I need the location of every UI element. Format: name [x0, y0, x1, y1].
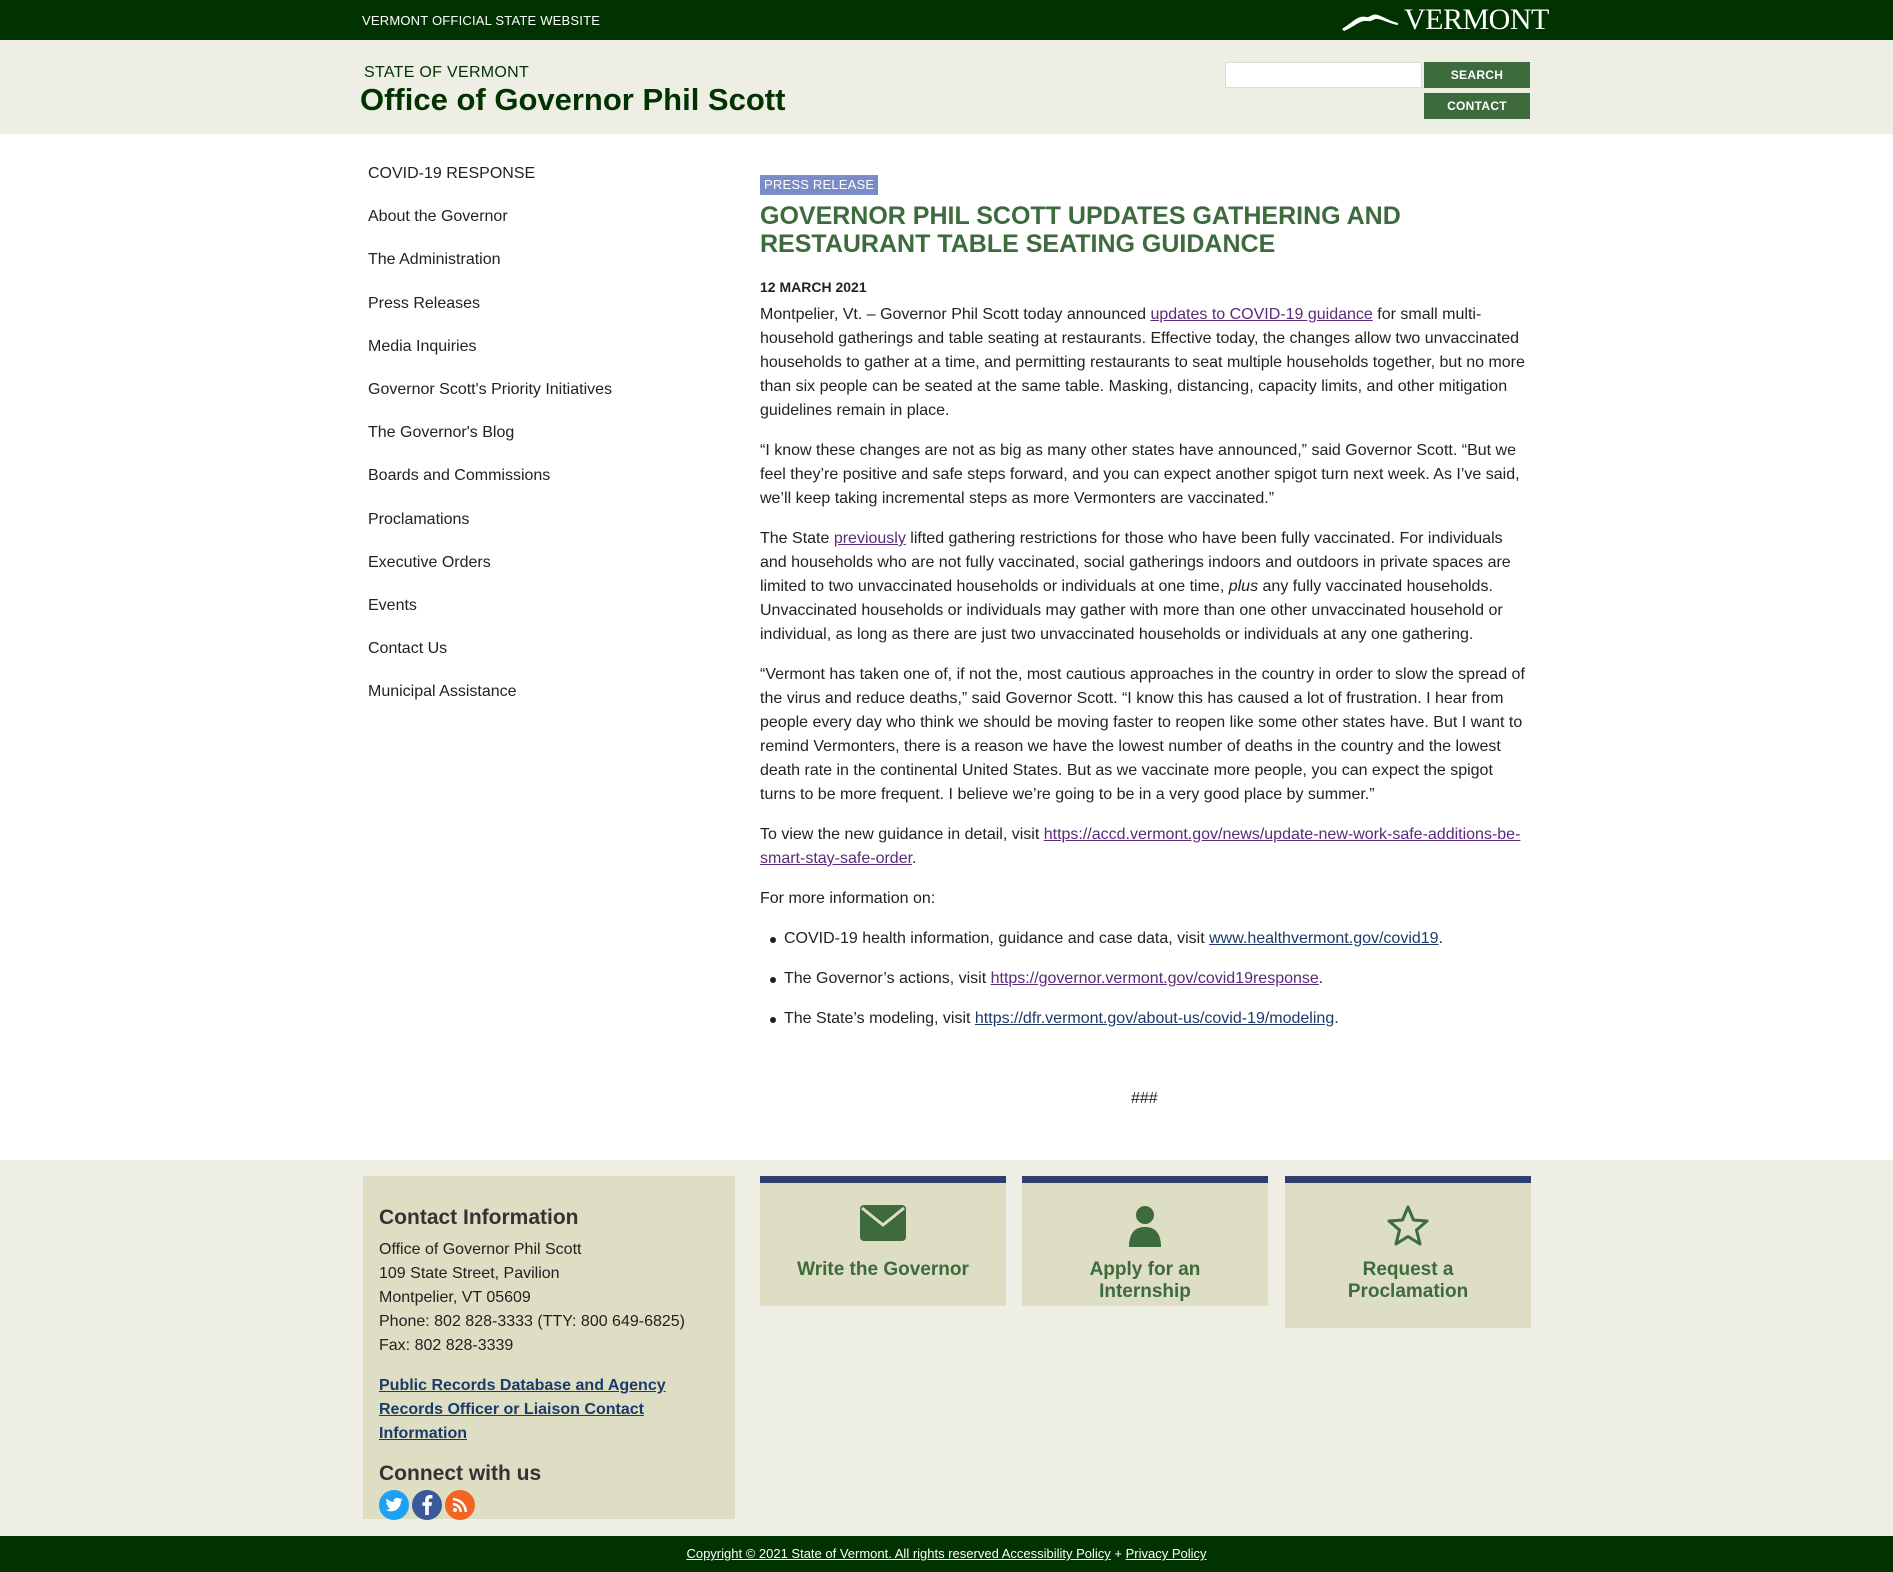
write-governor-card[interactable]: Write the Governor	[760, 1176, 1006, 1306]
bottom-bar: Copyright © 2021 State of Vermont. All r…	[0, 1536, 1893, 1572]
copyright-line: Copyright © 2021 State of Vermont. All r…	[0, 1536, 1893, 1572]
paragraph-1: Montpelier, Vt. – Governor Phil Scott to…	[760, 306, 1525, 419]
accessibility-policy-link[interactable]: Accessibility Policy	[1002, 1546, 1111, 1561]
paragraph-2: “I know these changes are not as big as …	[760, 442, 1520, 507]
connect-title: Connect with us	[379, 1462, 542, 1485]
sidebar-item-priority-initiatives[interactable]: Governor Scott's Priority Initiatives	[368, 380, 698, 423]
sidebar-item-boards-commissions[interactable]: Boards and Commissions	[368, 466, 698, 509]
sidebar-item-press-releases[interactable]: Press Releases	[368, 294, 698, 337]
rss-icon[interactable]	[445, 1490, 475, 1520]
governor-covid-response-link[interactable]: https://governor.vermont.gov/covid19resp…	[991, 970, 1319, 987]
list-item: The State’s modeling, visit https://dfr.…	[760, 1007, 1532, 1031]
request-proclamation-card[interactable]: Request a Proclamation	[1285, 1176, 1531, 1328]
more-info-list: COVID-19 health information, guidance an…	[760, 927, 1532, 1031]
paragraph-3: The State previously lifted gathering re…	[760, 530, 1511, 643]
request-proclamation-label: Request a Proclamation	[1347, 1259, 1469, 1302]
copyright-text: Copyright © 2021 State of Vermont. All r…	[686, 1546, 1002, 1561]
contact-line: Phone: 802 828-3333 (TTY: 800 649-6825)	[379, 1313, 685, 1330]
healthvermont-link[interactable]: www.healthvermont.gov/covid19	[1209, 930, 1438, 947]
contact-line: Office of Governor Phil Scott	[379, 1241, 582, 1258]
search-input[interactable]	[1225, 62, 1422, 88]
write-governor-label: Write the Governor	[797, 1259, 969, 1280]
mountain-logo-icon	[1342, 14, 1398, 31]
contact-information-box: Contact Information Office of Governor P…	[363, 1176, 735, 1520]
paragraph-4: “Vermont has taken one of, if not the, m…	[760, 666, 1525, 803]
sidebar-item-municipal-assistance[interactable]: Municipal Assistance	[368, 682, 698, 725]
contact-line: 109 State Street, Pavilion	[379, 1265, 560, 1282]
contact-button[interactable]: CONTACT	[1424, 93, 1530, 119]
sidebar-item-contact-us[interactable]: Contact Us	[368, 639, 698, 682]
sidebar-item-proclamations[interactable]: Proclamations	[368, 510, 698, 553]
contact-line: Montpelier, VT 05609	[379, 1289, 531, 1306]
paragraph-5: To view the new guidance in detail, visi…	[760, 826, 1521, 867]
top-bar: VERMONT OFFICIAL STATE WEBSITE VERMONT	[0, 0, 1893, 40]
envelope-icon	[860, 1205, 906, 1241]
sidebar-item-media-inquiries[interactable]: Media Inquiries	[368, 337, 698, 380]
official-site-label[interactable]: VERMONT OFFICIAL STATE WEBSITE	[362, 13, 600, 28]
dfr-modeling-link[interactable]: https://dfr.vermont.gov/about-us/covid-1…	[975, 1010, 1334, 1027]
sidebar-item-administration[interactable]: The Administration	[368, 250, 698, 293]
sidebar-item-governors-blog[interactable]: The Governor's Blog	[368, 423, 698, 466]
contact-title: Contact Information	[379, 1206, 579, 1229]
sidebar-item-events[interactable]: Events	[368, 596, 698, 639]
contact-line: Fax: 802 828-3339	[379, 1337, 514, 1354]
search-button[interactable]: SEARCH	[1424, 62, 1530, 88]
previously-link[interactable]: previously	[834, 530, 906, 547]
sidebar-item-about-governor[interactable]: About the Governor	[368, 207, 698, 250]
privacy-policy-link[interactable]: Privacy Policy	[1126, 1546, 1207, 1561]
paragraph-6: For more information on:	[760, 890, 936, 907]
covid-guidance-link[interactable]: updates to COVID-19 guidance	[1150, 306, 1372, 323]
sidebar-item-covid19-response[interactable]: COVID-19 RESPONSE	[368, 164, 698, 207]
list-item: COVID-19 health information, guidance an…	[760, 927, 1532, 951]
apply-internship-card[interactable]: Apply for an Internship	[1022, 1176, 1268, 1306]
state-label[interactable]: STATE OF VERMONT	[364, 64, 529, 82]
press-release-badge: PRESS RELEASE	[760, 175, 879, 195]
sidebar-item-executive-orders[interactable]: Executive Orders	[368, 553, 698, 596]
end-mark: ###	[1131, 1090, 1158, 1107]
vermont-logo[interactable]: VERMONT	[1340, 3, 1549, 36]
separator-plus: +	[1110, 1546, 1126, 1561]
apply-internship-label: Apply for an Internship	[1089, 1259, 1201, 1302]
person-icon	[1129, 1206, 1161, 1247]
facebook-icon[interactable]	[412, 1490, 442, 1520]
list-item: The Governor’s actions, visit https://go…	[760, 967, 1532, 991]
social-links	[379, 1490, 719, 1520]
article-body: Montpelier, Vt. – Governor Phil Scott to…	[760, 303, 1532, 1047]
twitter-icon[interactable]	[379, 1490, 409, 1520]
site-header: STATE OF VERMONT Office of Governor Phil…	[0, 40, 1893, 134]
public-records-link[interactable]: Public Records Database and Agency Recor…	[379, 1374, 719, 1446]
article-headline: GOVERNOR PHIL SCOTT UPDATES GATHERING AN…	[760, 202, 1401, 258]
office-title[interactable]: Office of Governor Phil Scott	[360, 82, 785, 118]
sidebar-nav: COVID-19 RESPONSE About the Governor The…	[368, 164, 698, 725]
star-icon	[1387, 1205, 1429, 1246]
article-date: 12 MARCH 2021	[760, 279, 867, 295]
vermont-logo-text: VERMONT	[1404, 3, 1549, 36]
